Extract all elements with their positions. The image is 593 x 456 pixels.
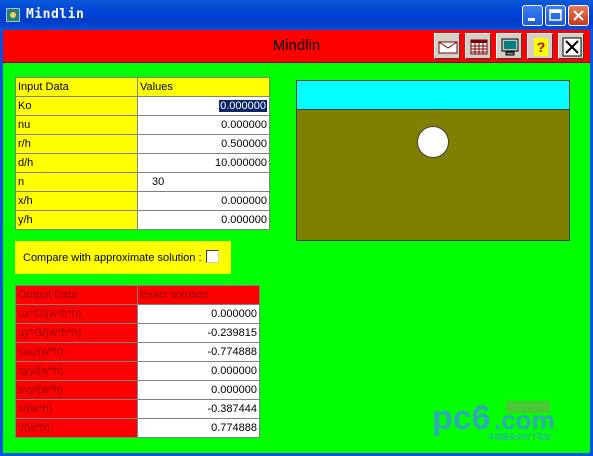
exit-button[interactable] — [558, 33, 584, 59]
input-field-r-h[interactable]: 0.500000 — [137, 134, 270, 154]
output-value: 0.774888 — [137, 418, 260, 438]
input-field-nu[interactable]: 0.000000 — [137, 115, 270, 135]
watermark: pc6 .com 中国最安全的下载站 — [432, 395, 582, 444]
input-header-values: Values — [137, 77, 270, 97]
input-label: n — [15, 172, 138, 192]
output-label: sxx/(w*h) — [15, 342, 138, 362]
display-button[interactable] — [496, 33, 522, 59]
output-value: -0.387444 — [137, 399, 260, 419]
help-button[interactable]: ? — [527, 33, 553, 59]
table-row: y/h 0.000000 — [15, 210, 270, 230]
svg-text:?: ? — [537, 39, 546, 55]
ground-surface — [297, 81, 569, 110]
mail-button[interactable] — [434, 33, 460, 59]
compare-panel: Compare with approximate solution : — [15, 241, 231, 274]
table-row: x/h 0.000000 — [15, 191, 270, 211]
envelope-icon — [438, 41, 458, 54]
close-icon — [562, 37, 582, 57]
table-row: s/(w*h) -0.387444 — [15, 399, 260, 419]
maximize-button[interactable] — [545, 5, 566, 26]
input-field-n[interactable]: 30 — [137, 172, 270, 192]
table-row: sxy/(w*h) 0.000000 — [15, 380, 260, 400]
output-header-row: Output Data Exact solution — [15, 285, 260, 305]
output-header-values: Exact solution — [137, 285, 260, 305]
table-row: ux*G/(w*h*h) 0.000000 — [15, 304, 260, 324]
header-bar: Mindlin ? — [3, 30, 590, 63]
input-field-ko[interactable]: 0.000000 — [137, 96, 270, 116]
input-data-table: Input Data Values Ko 0.000000 nu 0.00000… — [15, 77, 270, 230]
output-label: t/(w*h) — [15, 418, 138, 438]
input-label: nu — [15, 115, 138, 135]
output-label: sxy/(w*h) — [15, 380, 138, 400]
close-window-button[interactable] — [568, 5, 589, 26]
output-header-label: Output Data — [15, 285, 138, 305]
input-label: d/h — [15, 153, 138, 173]
input-label: y/h — [15, 210, 138, 230]
output-label: uy*G/(w*h*h) — [15, 323, 138, 343]
table-row: sxx/(w*h) -0.774888 — [15, 342, 260, 362]
app-icon[interactable] — [6, 8, 20, 22]
tunnel-cavity — [417, 126, 449, 158]
table-row: n 30 — [15, 172, 270, 192]
input-label: Ko — [15, 96, 138, 116]
output-label: s/(w*h) — [15, 399, 138, 419]
table-row: uy*G/(w*h*h) -0.239815 — [15, 323, 260, 343]
monitor-icon — [501, 38, 519, 56]
output-label: ux*G/(w*h*h) — [15, 304, 138, 324]
table-row: nu 0.000000 — [15, 115, 270, 135]
output-value: 0.000000 — [137, 304, 260, 324]
help-icon: ? — [534, 38, 548, 56]
table-row: t/(w*h) 0.774888 — [15, 418, 260, 438]
input-header-row: Input Data Values — [15, 77, 270, 97]
input-label: x/h — [15, 191, 138, 211]
output-value: 0.000000 — [137, 380, 260, 400]
watermark-logo: pc6 .com 中国最安全的下载站 — [432, 399, 555, 441]
input-label: r/h — [15, 134, 138, 154]
table-row: Ko 0.000000 — [15, 96, 270, 116]
minimize-button[interactable] — [522, 5, 543, 26]
compare-label: Compare with approximate solution : — [23, 252, 202, 264]
minimize-icon — [528, 18, 535, 21]
table-row: r/h 0.500000 — [15, 134, 270, 154]
watermark-tagline: 中国最安全的下载站 — [488, 432, 551, 441]
output-value: -0.774888 — [137, 342, 260, 362]
output-data-table: Output Data Exact solution ux*G/(w*h*h) … — [15, 285, 260, 438]
output-label: syy/(w*h) — [15, 361, 138, 381]
window-title: Mindlin — [26, 7, 85, 22]
output-value: 0.000000 — [137, 361, 260, 381]
watermark-brand: pc6 — [432, 399, 491, 437]
tunnel-diagram — [296, 80, 570, 241]
input-value[interactable]: 0.000000 — [219, 100, 267, 112]
compare-checkbox[interactable] — [206, 250, 219, 263]
calculator-icon — [470, 39, 488, 55]
table-row: syy/(w*h) 0.000000 — [15, 361, 260, 381]
maximize-icon — [549, 9, 562, 21]
close-icon — [573, 10, 584, 21]
title-bar[interactable]: Mindlin — [0, 0, 593, 30]
input-field-y-h[interactable]: 0.000000 — [137, 210, 270, 230]
input-field-d-h[interactable]: 10.000000 — [137, 153, 270, 173]
table-button[interactable] — [465, 33, 491, 59]
input-header-label: Input Data — [15, 77, 138, 97]
table-row: d/h 10.000000 — [15, 153, 270, 173]
output-value: -0.239815 — [137, 323, 260, 343]
input-field-x-h[interactable]: 0.000000 — [137, 191, 270, 211]
